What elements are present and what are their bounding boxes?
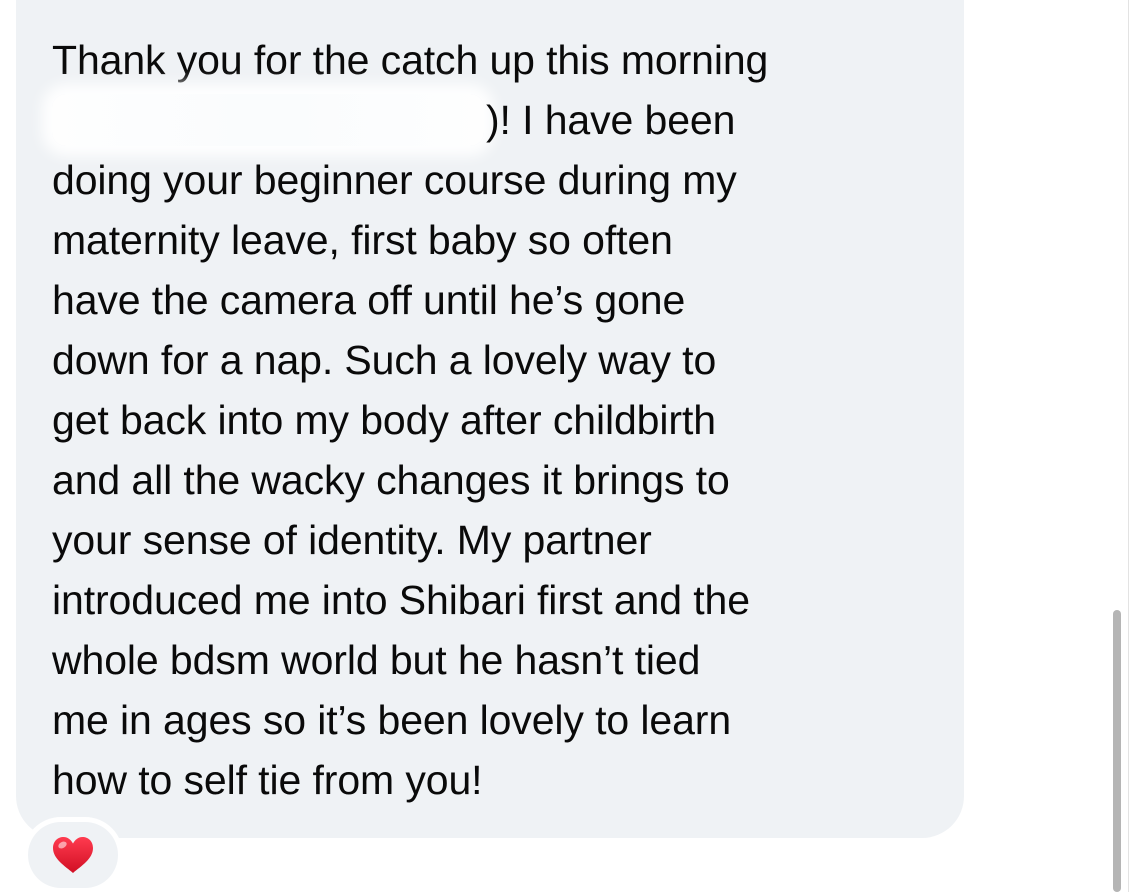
scrollbar-thumb[interactable]: [1113, 610, 1121, 892]
message-line: how to self tie from you!: [52, 757, 483, 803]
message-text: Thank you for the catch up this morning …: [52, 30, 932, 810]
reaction-chip[interactable]: [28, 822, 118, 888]
message-line: Thank you for the catch up this morning: [52, 37, 769, 83]
message-line: get back into my body after childbirth: [52, 397, 716, 443]
chat-view: Thank you for the catch up this morning …: [0, 0, 1131, 892]
message-line: whole bdsm world but he hasn’t tied: [52, 637, 701, 683]
message-line: doing your beginner course during my: [52, 157, 737, 203]
scrollbar-rail: [1128, 0, 1129, 892]
message-line: maternity leave, first baby so often: [52, 217, 673, 263]
message-line: and all the wacky changes it brings to: [52, 457, 730, 503]
message-line: me in ages so it’s been lovely to learn: [52, 697, 732, 743]
message-line: down for a nap. Such a lovely way to: [52, 337, 717, 383]
message-line: have the camera off until he’s gone: [52, 277, 686, 323]
message-line: your sense of identity. My partner: [52, 517, 652, 563]
redacted-name-blur: [52, 94, 484, 146]
message-line-with-redaction: )! I have been: [52, 90, 932, 150]
message-line-text: )! I have been: [486, 97, 736, 143]
red-heart-icon: [53, 837, 93, 873]
message-line: introduced me into Shibari first and the: [52, 577, 750, 623]
